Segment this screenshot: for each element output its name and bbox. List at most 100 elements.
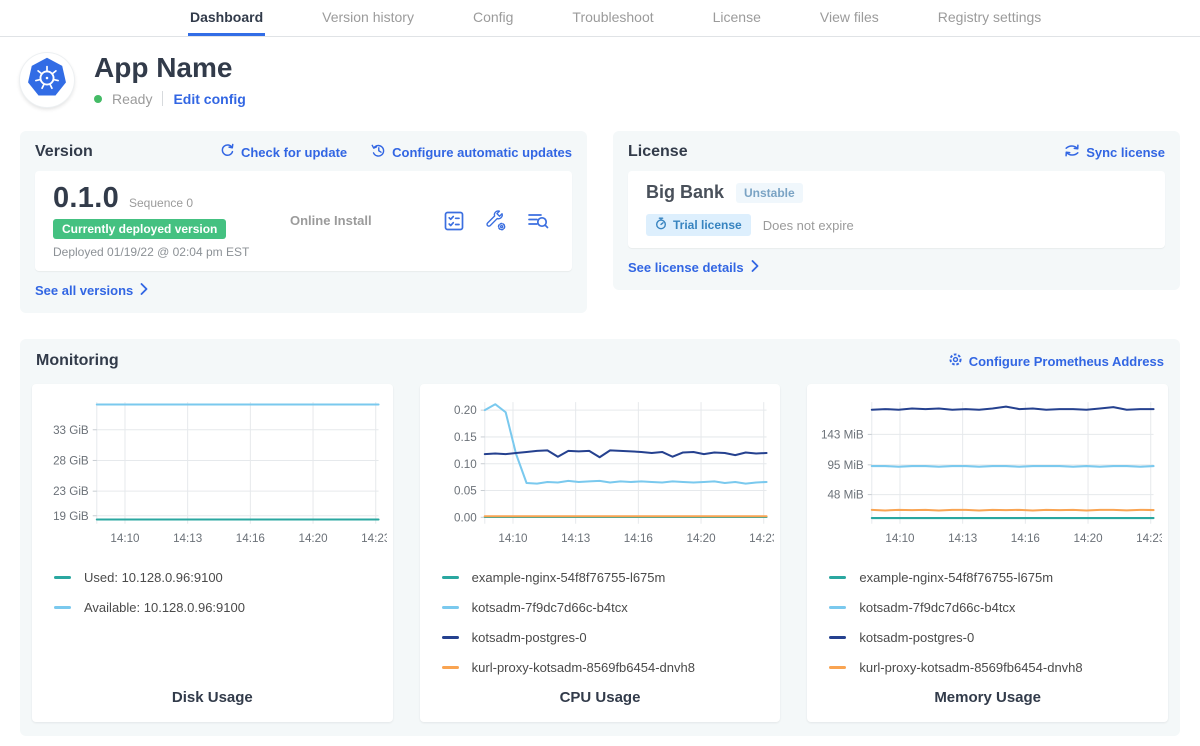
tab-registry-settings[interactable]: Registry settings [936, 0, 1043, 36]
x-tick-label: 14:10 [110, 532, 140, 545]
channel-badge: Unstable [736, 183, 803, 203]
chart-legend: Used: 10.128.0.96:9100Available: 10.128.… [38, 554, 387, 615]
tab-version-history[interactable]: Version history [320, 0, 416, 36]
x-tick-label: 14:23 [749, 532, 775, 545]
series-line [484, 404, 766, 483]
y-tick-label: 33 GiB [53, 424, 89, 437]
legend-swatch [54, 606, 71, 609]
version-card: Version Check for update [20, 131, 587, 313]
deployed-timestamp: Deployed 01/19/22 @ 02:04 pm EST [53, 245, 278, 259]
legend-item: kotsadm-postgres-0 [442, 630, 765, 645]
check-for-update-button[interactable]: Check for update [220, 143, 347, 161]
y-tick-label: 95 MiB [828, 459, 864, 472]
preflight-checks-icon[interactable] [442, 209, 466, 233]
y-tick-label: 19 GiB [53, 510, 89, 523]
chart-panel-memory-usage: 14:1014:1314:1614:2014:23143 MiB95 MiB48… [807, 384, 1168, 722]
tab-troubleshoot[interactable]: Troubleshoot [570, 0, 655, 36]
tab-view-files[interactable]: View files [818, 0, 881, 36]
monitoring-title: Monitoring [36, 352, 119, 370]
chart-plot: 14:1014:1314:1614:2014:23143 MiB95 MiB48… [813, 394, 1162, 554]
edit-config-icon[interactable] [484, 209, 508, 233]
sync-license-button[interactable]: Sync license [1064, 143, 1165, 161]
legend-label: kurl-proxy-kotsadm-8569fb6454-dnvh8 [472, 660, 695, 675]
license-name: Big Bank [646, 182, 724, 203]
legend-label: kotsadm-7f9dc7d66c-b4tcx [859, 600, 1015, 615]
gear-icon [948, 352, 963, 370]
x-tick-label: 14:10 [886, 532, 916, 545]
legend-item: kotsadm-7f9dc7d66c-b4tcx [829, 600, 1152, 615]
version-card-title: Version [35, 143, 93, 161]
legend-item: kotsadm-postgres-0 [829, 630, 1152, 645]
series-line [872, 510, 1154, 511]
top-nav: Dashboard Version history Config Troublesho… [0, 0, 1200, 37]
chart-title: Memory Usage [813, 677, 1162, 712]
license-card: License Sync license Big Bank Unstable [613, 131, 1180, 290]
legend-item: kurl-proxy-kotsadm-8569fb6454-dnvh8 [829, 660, 1152, 675]
legend-label: kotsadm-7f9dc7d66c-b4tcx [472, 600, 628, 615]
legend-swatch [54, 576, 71, 579]
chart-plot: 14:1014:1314:1614:2014:230.200.150.100.0… [426, 394, 775, 554]
legend-swatch [829, 636, 846, 639]
divider [162, 91, 163, 106]
kubernetes-logo-icon [25, 56, 69, 105]
license-type-badge: Trial license [646, 214, 751, 236]
monitoring-section: Monitoring Configure Prometheus Address … [20, 339, 1180, 736]
configure-automatic-updates-button[interactable]: Configure automatic updates [371, 143, 572, 161]
install-type: Online Install [278, 213, 442, 228]
charts-row: 14:10 14:13 14:16 14:20 14:23 33 GiB 28 GiB 23 … [32, 384, 1168, 722]
see-all-versions-link[interactable]: See all versions [35, 283, 148, 298]
legend-item: kotsadm-7f9dc7d66c-b4tcx [442, 600, 765, 615]
sync-arrows-icon [1064, 143, 1080, 161]
page-title: App Name [94, 53, 246, 82]
y-tick-label: 23 GiB [53, 485, 89, 498]
legend-swatch [829, 576, 846, 579]
app-status: Ready [112, 91, 152, 107]
legend-label: example-nginx-54f8f76755-l675m [472, 570, 666, 585]
legend-label: kotsadm-postgres-0 [859, 630, 974, 645]
license-details-panel: Big Bank Unstable Trial license Do [628, 171, 1165, 248]
cards-row: Version Check for update [0, 119, 1200, 313]
chart-title: Disk Usage [38, 677, 387, 712]
legend-item: example-nginx-54f8f76755-l675m [829, 570, 1152, 585]
x-tick-label: 14:13 [561, 532, 590, 545]
x-tick-label: 14:16 [623, 532, 652, 545]
y-tick-label: 0.20 [454, 404, 477, 417]
x-tick-label: 14:13 [948, 532, 977, 545]
legend-swatch [442, 576, 459, 579]
y-tick-label: 28 GiB [53, 455, 89, 468]
clock-history-icon [371, 143, 386, 161]
x-tick-label: 14:23 [361, 532, 387, 545]
configure-prometheus-button[interactable]: Configure Prometheus Address [948, 352, 1164, 370]
edit-config-link[interactable]: Edit config [173, 91, 245, 107]
series-line [872, 407, 1154, 410]
legend-label: Available: 10.128.0.96:9100 [84, 600, 245, 615]
series-line [872, 466, 1154, 467]
see-license-details-link[interactable]: See license details [628, 260, 759, 275]
x-tick-label: 14:13 [173, 532, 202, 545]
legend-swatch [829, 666, 846, 669]
x-tick-label: 14:20 [1074, 532, 1104, 545]
tab-license[interactable]: License [711, 0, 763, 36]
tab-config[interactable]: Config [471, 0, 515, 36]
x-tick-label: 14:10 [498, 532, 528, 545]
x-tick-label: 14:16 [236, 532, 265, 545]
view-logs-icon[interactable] [526, 209, 550, 233]
chart-panel-disk-usage: 14:1014:1314:1614:2014:2333 GiB28 GiB23 … [32, 384, 393, 722]
app-header: App Name Ready Edit config [0, 37, 1200, 119]
legend-swatch [829, 606, 846, 609]
license-card-title: License [628, 143, 688, 161]
chart-plot: 14:1014:1314:1614:2014:2333 GiB28 GiB23 … [38, 394, 387, 554]
tab-dashboard[interactable]: Dashboard [188, 0, 265, 36]
current-version-panel: 0.1.0 Sequence 0 Currently deployed vers… [35, 171, 572, 271]
chart-panel-cpu-usage: 14:1014:1314:1614:2014:230.200.150.100.0… [420, 384, 781, 722]
y-tick-label: 0.05 [454, 485, 477, 498]
legend-item: kurl-proxy-kotsadm-8569fb6454-dnvh8 [442, 660, 765, 675]
chart-legend: example-nginx-54f8f76755-l675m kotsadm-7f… [426, 554, 775, 675]
stopwatch-icon [655, 217, 667, 233]
legend-label: kurl-proxy-kotsadm-8569fb6454-dnvh8 [859, 660, 1082, 675]
legend-item: Available: 10.128.0.96:9100 [54, 600, 377, 615]
refresh-icon [220, 143, 235, 161]
version-number: 0.1.0 [53, 182, 119, 215]
legend-swatch [442, 636, 459, 639]
x-tick-label: 14:20 [686, 532, 716, 545]
